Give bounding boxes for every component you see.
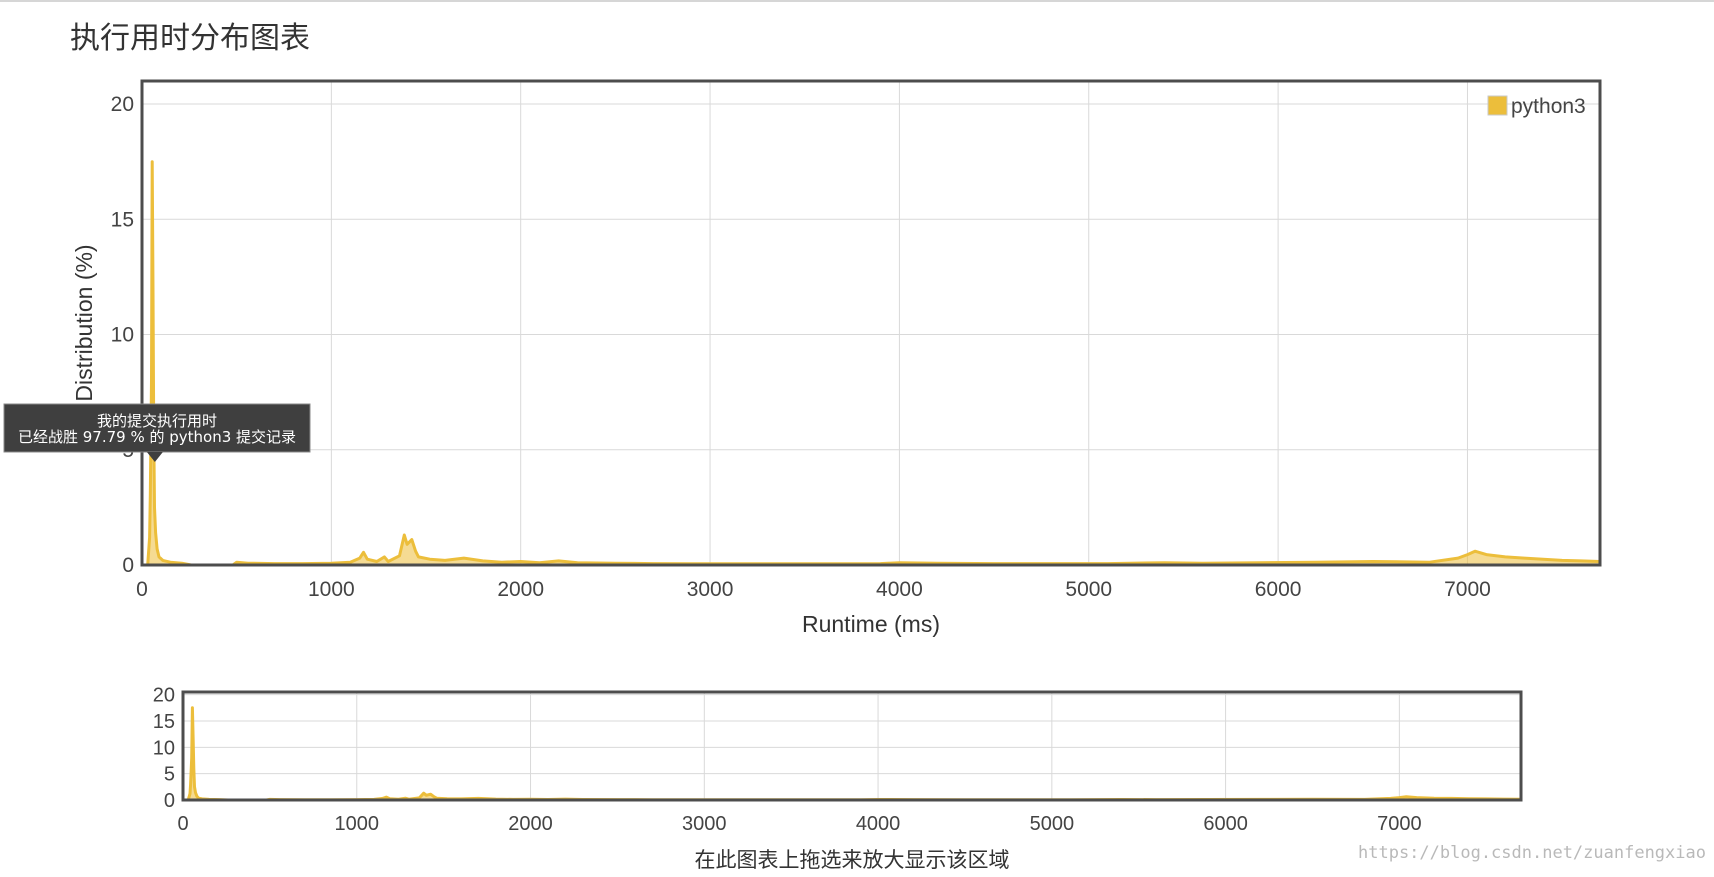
nav-plot-frame: [181, 690, 1523, 802]
main-x-tick-label: 6000: [1255, 578, 1302, 601]
main-chart[interactable]: 0100020003000400050006000700005101520Run…: [3, 79, 1602, 637]
nav-series-line: [183, 706, 1522, 802]
nav-x-tick-label: 2000: [508, 813, 553, 835]
main-x-tick-label: 0: [136, 578, 148, 601]
nav-x-tick-label: 3000: [682, 813, 727, 835]
nav-x-tick-label: 1000: [335, 813, 380, 835]
nav-x-tick-label: 5000: [1030, 813, 1075, 835]
nav-y-tick-label: 0: [164, 790, 175, 812]
nav-x-tick-label: 6000: [1203, 813, 1248, 835]
legend[interactable]: python3: [1487, 95, 1586, 118]
main-y-tick-label: 10: [111, 324, 134, 347]
legend-swatch-python3: [1487, 95, 1508, 116]
nav-x-tick-label: 4000: [856, 813, 901, 835]
nav-series-area: [183, 707, 1521, 800]
main-x-tick-label: 3000: [687, 578, 734, 601]
nav-y-tick-label: 10: [153, 737, 175, 759]
main-plot-frame: [140, 79, 1602, 567]
watermark: https://blog.csdn.net/zuanfengxiao: [1358, 843, 1706, 863]
x-axis-label: Runtime (ms): [802, 611, 940, 637]
main-x-tick-label: 5000: [1065, 578, 1112, 601]
nav-y-tick-label: 5: [164, 764, 175, 786]
main-x-tick-label: 7000: [1444, 578, 1491, 601]
main-x-tick-label: 2000: [497, 578, 544, 601]
y-axis-label: Distribution (%): [71, 244, 97, 401]
tooltip-line-2: 已经战胜 97.79 % 的 python3 提交记录: [18, 428, 296, 446]
main-x-tick-label: 1000: [308, 578, 355, 601]
submission-tooltip: 我的提交执行用时已经战胜 97.79 % 的 python3 提交记录: [3, 403, 311, 462]
main-y-tick-label: 0: [122, 554, 134, 577]
nav-chart[interactable]: 0 1000 2000 3000 4000 5000 6000 7000 0 5 10 15 20 在此图…: [153, 685, 1523, 872]
zoom-hint: 在此图表上拖选来放大显示该区域: [695, 848, 1010, 872]
main-series-line: [142, 160, 1601, 567]
nav-x-tick-label: 7000: [1377, 813, 1422, 835]
main-x-tick-label: 4000: [876, 578, 923, 601]
main-y-tick-label: 15: [111, 208, 134, 231]
legend-label-python3: python3: [1511, 95, 1586, 118]
nav-x-tick-label: 0: [177, 813, 188, 835]
main-series-area: [142, 161, 1600, 565]
nav-y-tick-label: 20: [153, 685, 175, 707]
runtime-distribution-charts[interactable]: 0100020003000400050006000700005101520Run…: [0, 0, 1714, 877]
main-y-tick-label: 20: [111, 93, 134, 116]
nav-y-tick-label: 15: [153, 711, 175, 733]
